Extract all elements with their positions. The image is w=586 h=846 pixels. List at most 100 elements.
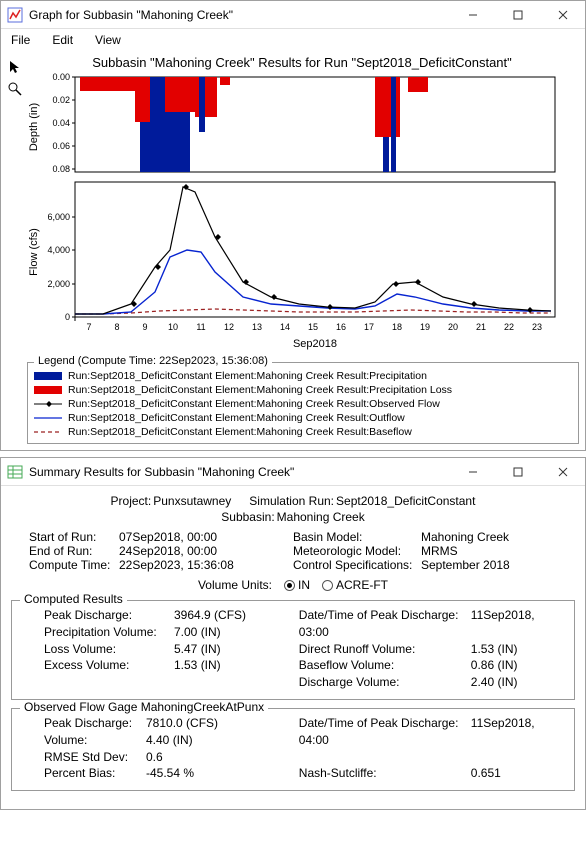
svg-text:18: 18 [392,322,402,332]
rmse-label: RMSE Std Dev: [44,749,146,766]
start-label: Start of Run: [29,530,119,544]
svg-text:0.08: 0.08 [52,164,70,174]
chart-title: Subbasin "Mahoning Creek" Results for Ru… [25,55,579,70]
computed-results: Computed Results Peak Discharge:3964.9 (… [11,600,575,700]
legend-label: Run:Sept2018_DeficitConstant Element:Mah… [68,398,440,410]
window-title: Summary Results for Subbasin "Mahoning C… [29,465,450,479]
legend-item: Run:Sept2018_DeficitConstant Element:Mah… [34,425,572,439]
simrun-value: Sept2018_DeficitConstant [336,494,475,508]
direct-runoff-label: Direct Runoff Volume: [299,641,471,658]
hydrograph-chart[interactable]: 0.00 0.02 0.04 0.06 0.08 [25,72,565,352]
start-value: 07Sep2018, 00:00 [119,530,293,544]
titlebar[interactable]: Summary Results for Subbasin "Mahoning C… [1,458,585,486]
summary-window: Summary Results for Subbasin "Mahoning C… [0,457,586,810]
compute-value: 22Sep2023, 15:36:08 [119,558,293,572]
legend-item: Run:Sept2018_DeficitConstant Element:Mah… [34,369,572,383]
svg-text:9: 9 [142,322,147,332]
subbasin-label: Subbasin: [221,510,274,524]
legend-title: Legend (Compute Time: 22Sep2023, 15:36:0… [34,355,272,367]
close-button[interactable] [540,1,585,29]
zoom-tool-icon[interactable] [7,81,23,97]
menu-view[interactable]: View [91,31,125,49]
svg-text:12: 12 [224,322,234,332]
peak-discharge-label: Peak Discharge: [44,607,174,624]
minimize-button[interactable] [450,1,495,29]
x-axis-label: Sep2018 [293,338,337,350]
obs-vol-value: 4.40 (IN) [146,733,193,747]
nash-value: 0.651 [471,766,501,780]
svg-text:20: 20 [448,322,458,332]
svg-text:21: 21 [476,322,486,332]
baseflow-vol-label: Baseflow Volume: [299,657,471,674]
obs-peak-value: 7810.0 (CFS) [146,716,218,730]
menubar: File Edit View [1,29,585,51]
obs-peak-label: Peak Discharge: [44,715,146,732]
observed-legend: Observed Flow Gage MahoningCreekAtPunx [20,700,268,714]
legend-item: Run:Sept2018_DeficitConstant Element:Mah… [34,411,572,425]
maximize-button[interactable] [495,1,540,29]
svg-text:0.02: 0.02 [52,95,70,105]
svg-text:6,000: 6,000 [47,212,70,222]
volume-units-label: Volume Units: [198,578,272,592]
met-label: Meteorologic Model: [293,544,421,558]
simrun-label: Simulation Run: [249,494,334,508]
radio-icon [322,580,333,591]
ctrl-label: Control Specifications: [293,558,421,572]
svg-text:19: 19 [420,322,430,332]
svg-text:0.00: 0.00 [52,72,70,82]
maximize-button[interactable] [495,458,540,486]
rmse-value: 0.6 [146,750,163,764]
svg-text:23: 23 [532,322,542,332]
legend-item: Run:Sept2018_DeficitConstant Element:Mah… [34,383,572,397]
legend-label: Run:Sept2018_DeficitConstant Element:Mah… [68,384,452,396]
end-label: End of Run: [29,544,119,558]
computed-legend: Computed Results [20,592,127,606]
svg-text:0.04: 0.04 [52,118,70,128]
menu-edit[interactable]: Edit [48,31,77,49]
pct-bias-label: Percent Bias: [44,765,146,782]
svg-text:15: 15 [308,322,318,332]
discharge-vol-label: Discharge Volume: [299,674,471,691]
obs-peak-dt-label: Date/Time of Peak Discharge: [299,715,471,732]
table-icon [7,464,23,480]
close-button[interactable] [540,458,585,486]
svg-text:13: 13 [252,322,262,332]
flow-axis-label: Flow (cfs) [28,228,40,276]
radio-acreft-label: ACRE-FT [336,578,388,592]
observed-results: Observed Flow Gage MahoningCreekAtPunx P… [11,708,575,791]
legend: Legend (Compute Time: 22Sep2023, 15:36:0… [27,362,579,444]
svg-text:17: 17 [364,322,374,332]
radio-in-label: IN [298,578,310,592]
pointer-tool-icon[interactable] [7,59,23,75]
svg-text:22: 22 [504,322,514,332]
graph-window: Graph for Subbasin "Mahoning Creek" File… [0,0,586,451]
titlebar[interactable]: Graph for Subbasin "Mahoning Creek" [1,1,585,29]
svg-text:10: 10 [168,322,178,332]
excess-vol-value: 1.53 (IN) [174,658,221,672]
precip-vol-label: Precipitation Volume: [44,624,174,641]
minimize-button[interactable] [450,458,495,486]
svg-text:7: 7 [86,322,91,332]
baseflow-vol-value: 0.86 (IN) [471,658,518,672]
window-title: Graph for Subbasin "Mahoning Creek" [29,8,450,22]
loss-vol-label: Loss Volume: [44,641,174,658]
svg-text:2,000: 2,000 [47,279,70,289]
svg-text:11: 11 [196,322,205,332]
ctrl-value: September 2018 [421,558,557,572]
compute-label: Compute Time: [29,558,119,572]
basin-label: Basin Model: [293,530,421,544]
legend-item: Run:Sept2018_DeficitConstant Element:Mah… [34,397,572,411]
subbasin-value: Mahoning Creek [277,510,365,524]
menu-file[interactable]: File [7,31,34,49]
radio-in[interactable]: IN [284,578,310,592]
radio-icon [284,580,295,591]
svg-text:0: 0 [65,312,70,322]
svg-text:14: 14 [280,322,290,332]
obs-vol-label: Volume: [44,732,146,749]
peak-discharge-value: 3964.9 (CFS) [174,608,246,622]
radio-acreft[interactable]: ACRE-FT [322,578,388,592]
peak-dt-label: Date/Time of Peak Discharge: [299,607,471,624]
svg-text:8: 8 [114,322,119,332]
app-icon [7,7,23,23]
loss-vol-value: 5.47 (IN) [174,642,221,656]
